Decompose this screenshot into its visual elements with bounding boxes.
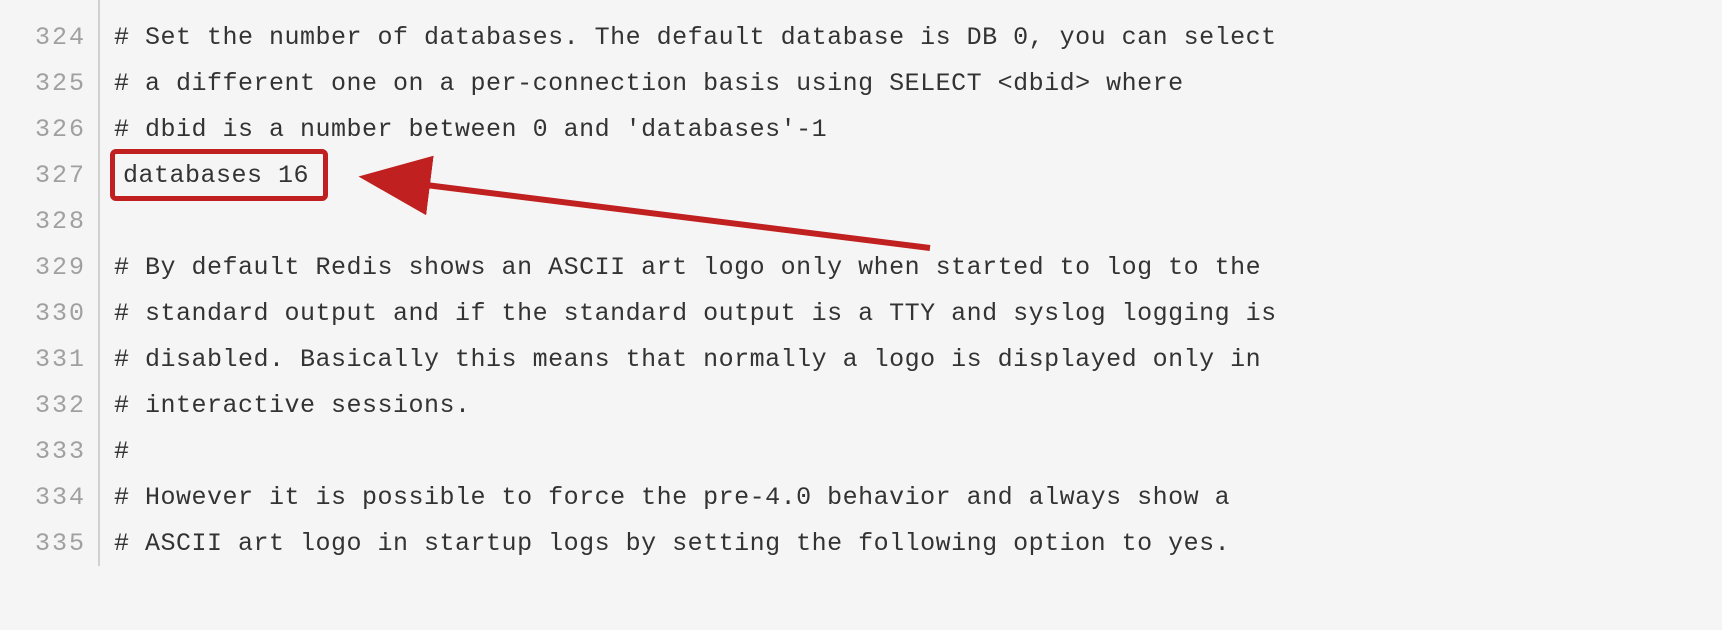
line-number: 332 xyxy=(0,382,100,428)
line-content: # disabled. Basically this means that no… xyxy=(100,336,1261,382)
line-number: 325 xyxy=(0,60,100,106)
line-text: # However it is possible to force the pr… xyxy=(114,483,1230,512)
line-number: 326 xyxy=(0,106,100,152)
code-line: 331 # disabled. Basically this means that… xyxy=(0,336,1722,382)
code-line: 328 xyxy=(0,198,1722,244)
code-line: 326 # dbid is a number between 0 and 'dat… xyxy=(0,106,1722,152)
line-content: # By default Redis shows an ASCII art lo… xyxy=(100,244,1261,290)
line-text: # By default Redis shows an ASCII art lo… xyxy=(114,253,1261,282)
line-text: # dbid is a number between 0 and 'databa… xyxy=(114,115,827,144)
code-line: 325 # a different one on a per-connection… xyxy=(0,60,1722,106)
line-content: # standard output and if the standard ou… xyxy=(100,290,1277,336)
line-number: 324 xyxy=(0,14,100,60)
line-number: 327 xyxy=(0,152,100,198)
code-line: 334 # However it is possible to force the… xyxy=(0,474,1722,520)
line-content: # interactive sessions. xyxy=(100,382,471,428)
line-content: # However it is possible to force the pr… xyxy=(100,474,1230,520)
line-text: # standard output and if the standard ou… xyxy=(114,299,1277,328)
line-content: # Set the number of databases. The defau… xyxy=(100,14,1277,60)
code-line: 332 # interactive sessions. xyxy=(0,382,1722,428)
line-number: 330 xyxy=(0,290,100,336)
line-number: 333 xyxy=(0,428,100,474)
code-line-partial xyxy=(0,0,1722,14)
line-number: 334 xyxy=(0,474,100,520)
line-content xyxy=(100,198,114,244)
code-line: 330 # standard output and if the standard… xyxy=(0,290,1722,336)
line-number: 331 xyxy=(0,336,100,382)
line-content: # a different one on a per-connection ba… xyxy=(100,60,1184,106)
code-line: 324 # Set the number of databases. The de… xyxy=(0,14,1722,60)
code-line: 327databases 16 xyxy=(0,152,1722,198)
line-content: # ASCII art logo in startup logs by sett… xyxy=(100,520,1230,566)
code-editor[interactable]: 324 # Set the number of databases. The de… xyxy=(0,0,1722,566)
line-number: 328 xyxy=(0,198,100,244)
line-text: # ASCII art logo in startup logs by sett… xyxy=(114,529,1230,558)
line-text: # a different one on a per-connection ba… xyxy=(114,69,1184,98)
line-number: 335 xyxy=(0,520,100,566)
code-line: 329 # By default Redis shows an ASCII art… xyxy=(0,244,1722,290)
highlight-box: databases 16 xyxy=(110,149,328,201)
line-content: # dbid is a number between 0 and 'databa… xyxy=(100,106,827,152)
line-content: databases 16 xyxy=(100,152,328,198)
line-content: # xyxy=(100,428,130,474)
line-text: # disabled. Basically this means that no… xyxy=(114,345,1261,374)
code-line: 333 # xyxy=(0,428,1722,474)
line-content xyxy=(100,0,114,14)
line-number xyxy=(0,0,100,14)
code-line: 335 # ASCII art logo in startup logs by s… xyxy=(0,520,1722,566)
line-text: # xyxy=(114,437,130,466)
line-text: # interactive sessions. xyxy=(114,391,471,420)
line-number: 329 xyxy=(0,244,100,290)
line-text: # Set the number of databases. The defau… xyxy=(114,23,1277,52)
